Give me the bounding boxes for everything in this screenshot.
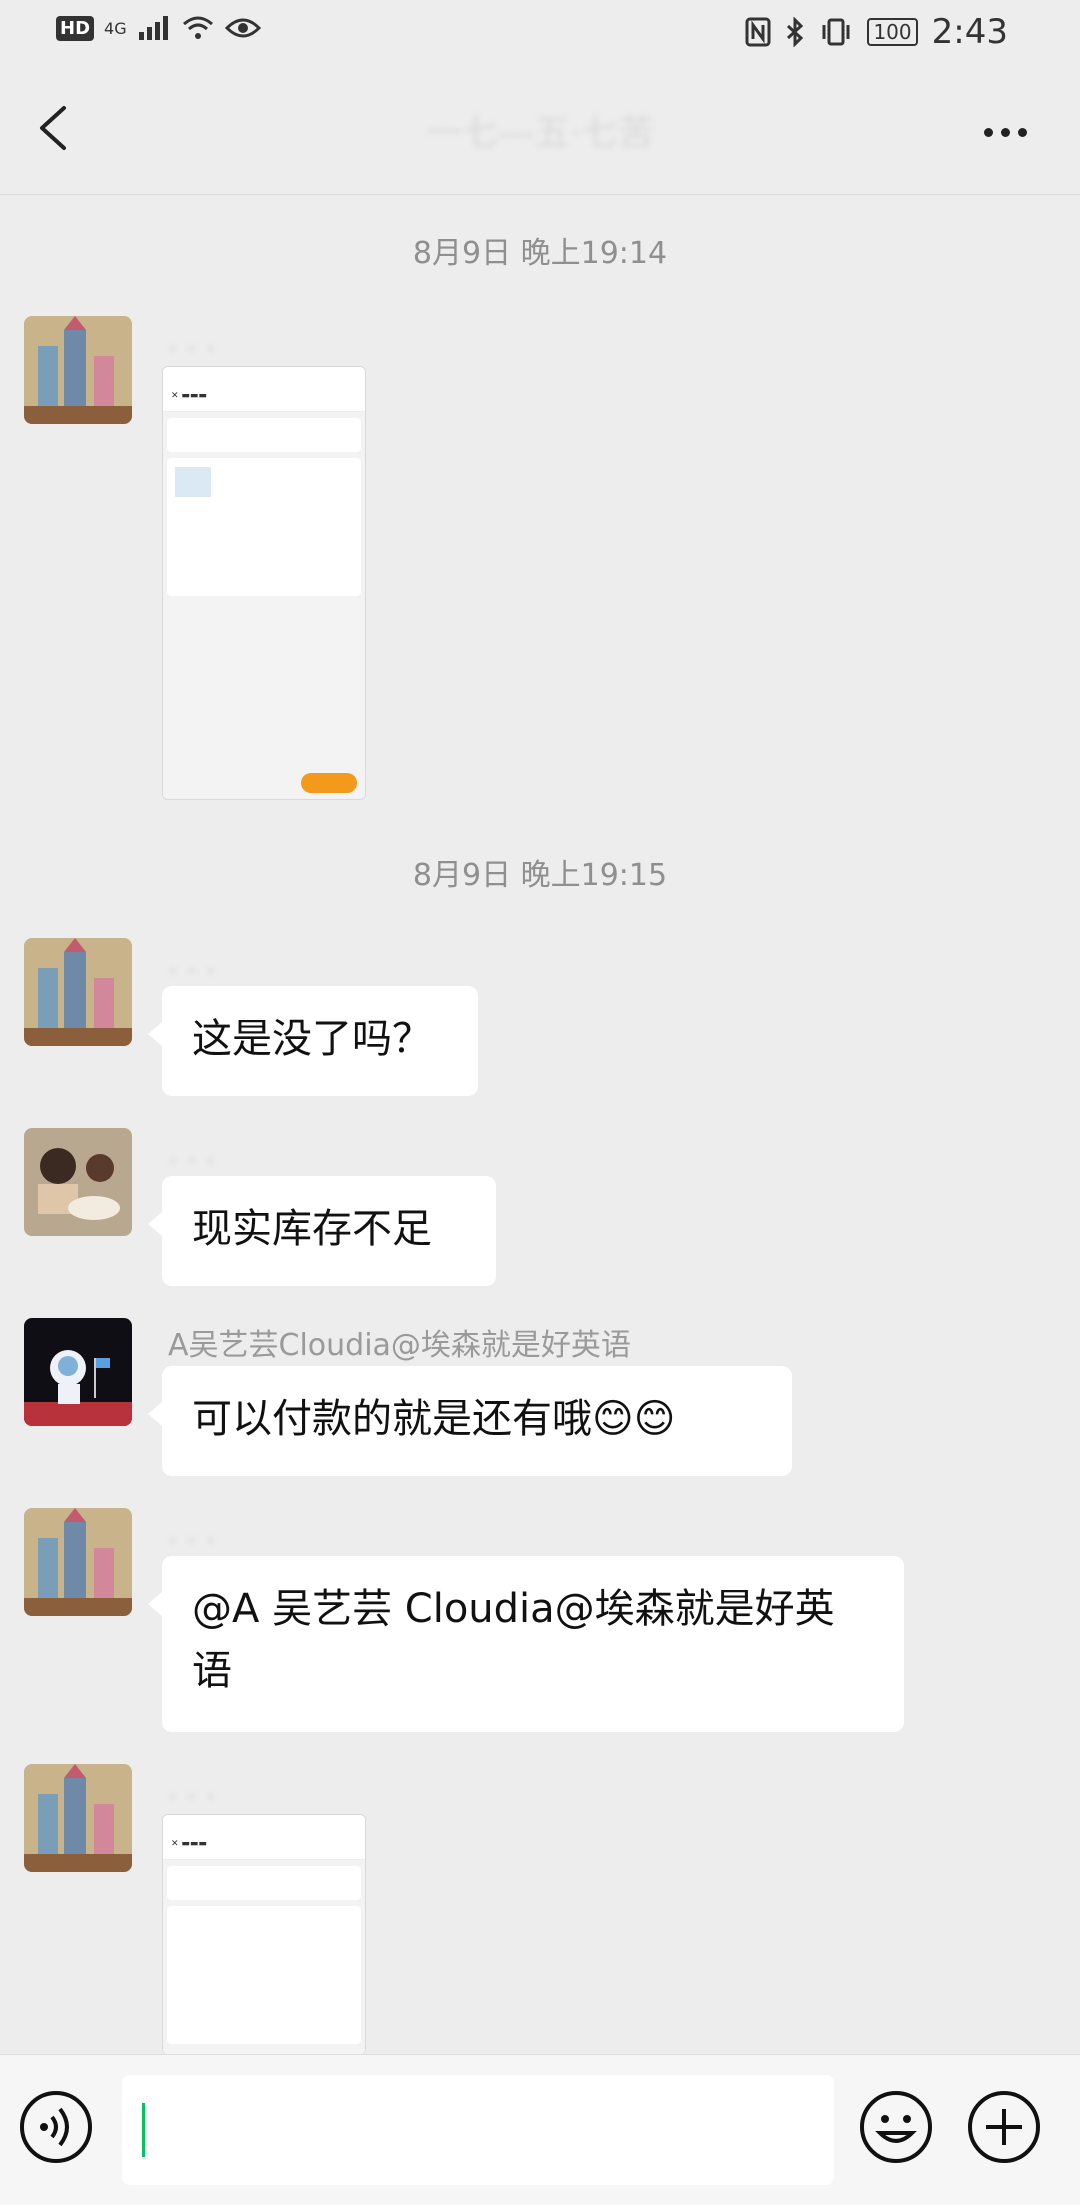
bluetooth-icon <box>787 17 804 47</box>
avatar[interactable] <box>24 1128 132 1236</box>
status-bar: HD 4G 100 2:43 <box>0 0 1080 66</box>
voice-icon <box>20 2091 92 2163</box>
sender-name: · · · <box>168 954 216 989</box>
timestamp: 8月9日 晚上19:14 <box>412 236 668 271</box>
input-bar <box>0 2054 1080 2205</box>
wifi-icon <box>182 16 213 39</box>
signal-icon <box>138 16 168 40</box>
message-bubble[interactable]: @A 吴艺芸 Cloudia@埃森就是好英语 <box>148 1556 904 1732</box>
eye-icon <box>224 18 261 38</box>
avatar[interactable] <box>24 1318 132 1426</box>
avatar[interactable] <box>24 316 132 424</box>
battery-icon: 100 <box>867 18 918 46</box>
hd-badge: HD <box>56 15 95 41</box>
avatar[interactable] <box>24 1508 132 1616</box>
more-dots-icon <box>983 127 993 137</box>
chat-header: 一七—五·七苦 <box>0 66 1080 195</box>
text-cursor <box>142 2103 145 2157</box>
clock: 2:43 <box>931 12 1008 52</box>
image-message[interactable]: ✕ ▬▬▬ <box>162 1814 366 2055</box>
network-label: 4G <box>104 18 127 38</box>
avatar[interactable] <box>24 1764 132 1872</box>
message-bubble[interactable]: 现实库存不足 <box>148 1176 496 1286</box>
emoji-icon <box>860 2091 932 2163</box>
sender-name: · · · <box>168 1524 216 1559</box>
more-button[interactable] <box>970 102 1040 162</box>
vibrate-icon <box>822 18 850 46</box>
message-bubble[interactable]: 可以付款的就是还有哦😊😊 <box>148 1366 792 1476</box>
sender-name: A吴艺芸Cloudia@埃森就是好英语 <box>168 1328 631 1363</box>
nfc-icon <box>745 17 771 47</box>
plus-icon <box>968 2091 1040 2163</box>
avatar[interactable] <box>24 938 132 1046</box>
chat-title: 一七—五·七苦 <box>426 113 654 154</box>
timestamp: 8月9日 晚上19:15 <box>412 858 668 893</box>
plus-button[interactable] <box>966 2089 1042 2165</box>
sender-name: · · · <box>168 1780 216 1815</box>
message-bubble[interactable]: 这是没了吗？ <box>148 986 478 1096</box>
image-message[interactable]: ✕ ▬▬▬ <box>162 366 366 800</box>
emoji-button[interactable] <box>858 2089 934 2165</box>
sender-name: · · · <box>168 1144 216 1179</box>
voice-button[interactable] <box>18 2089 94 2165</box>
message-input[interactable] <box>122 2075 834 2185</box>
sender-name: · · · <box>168 332 216 367</box>
